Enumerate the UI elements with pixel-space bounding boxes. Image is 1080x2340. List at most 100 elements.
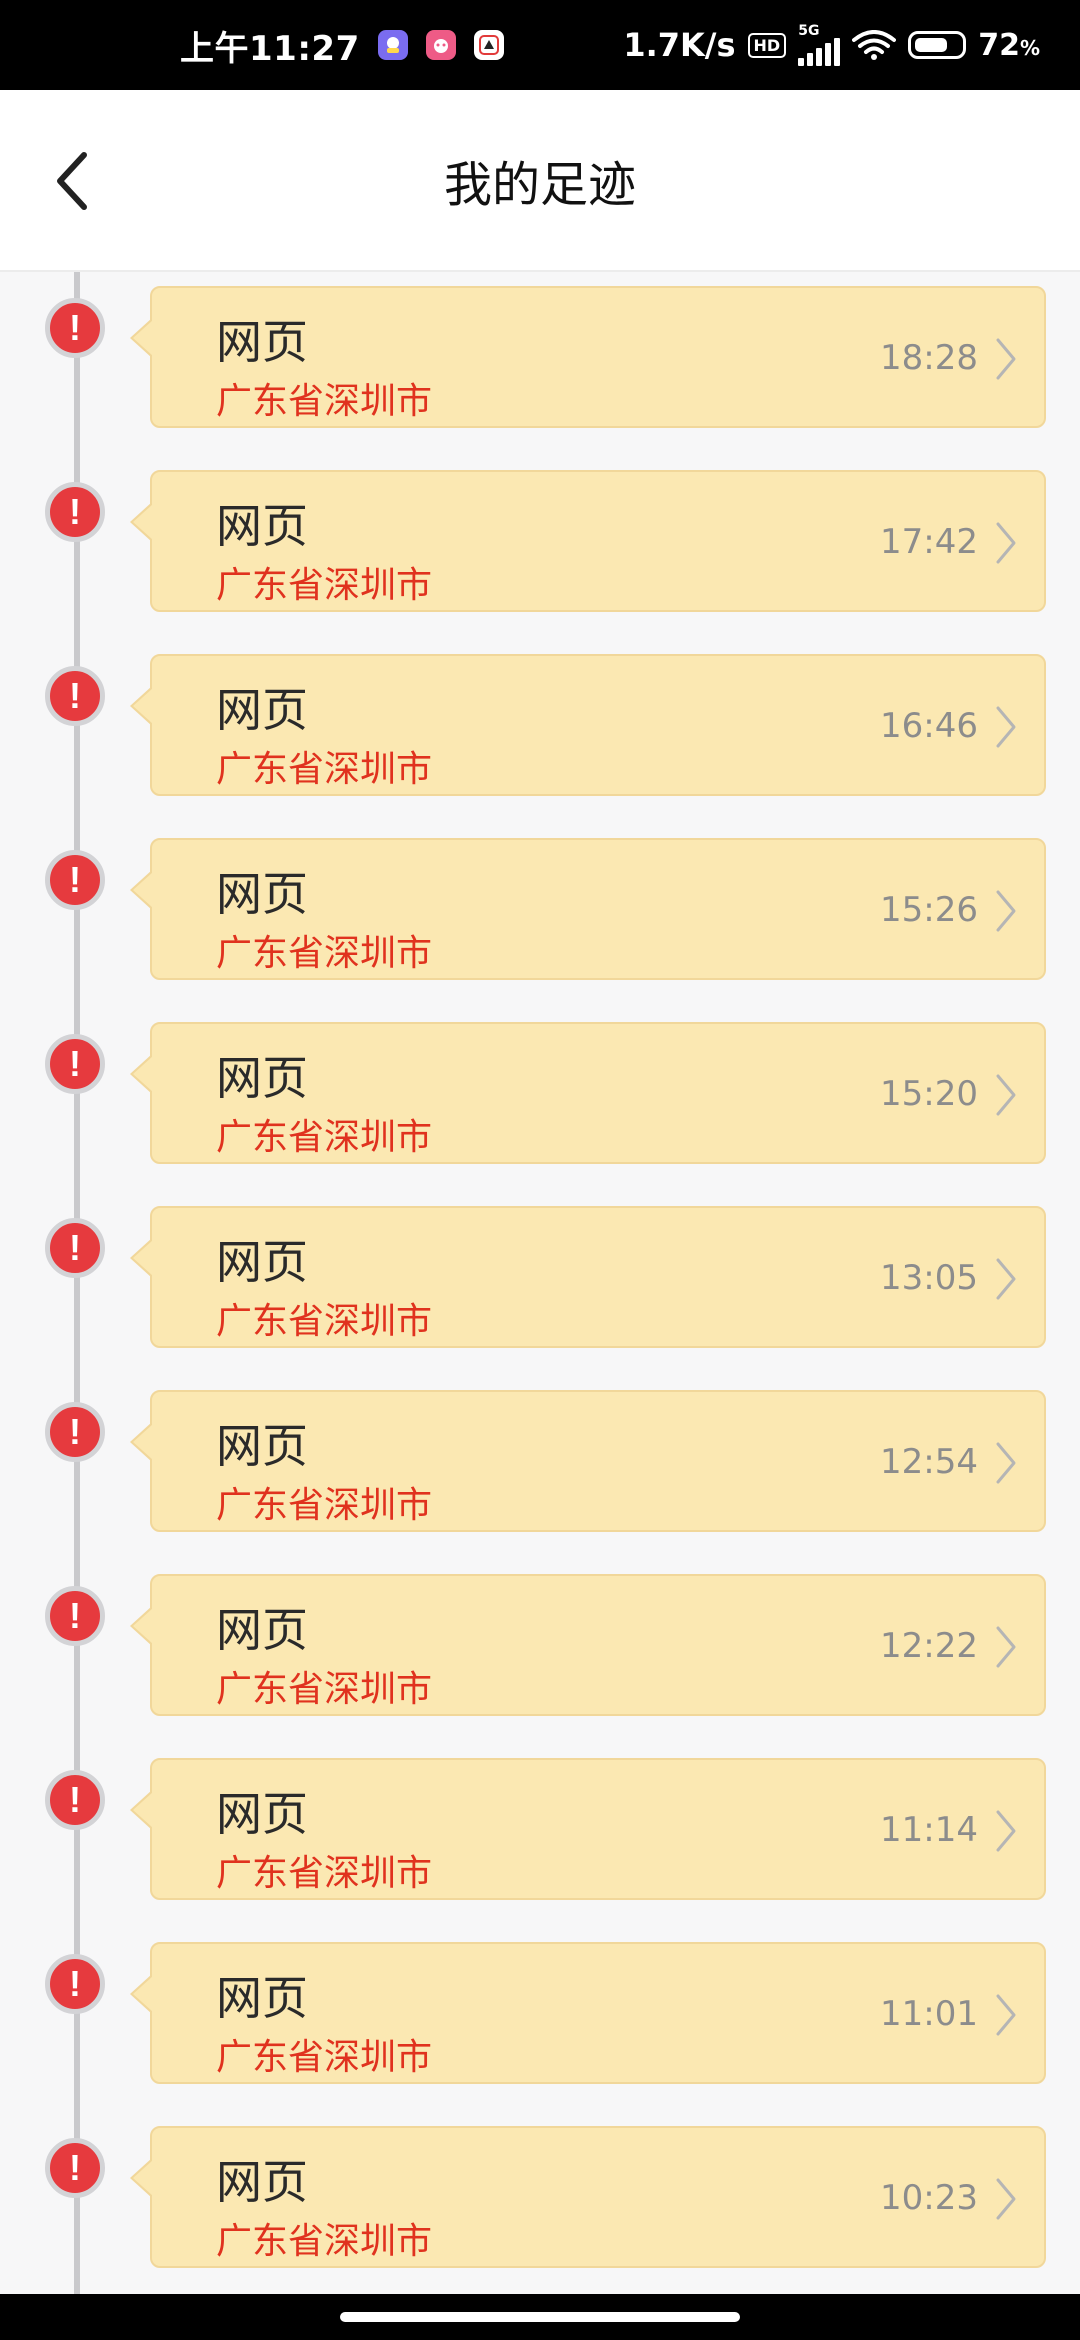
item-location: 广东省深圳市 [216, 2037, 433, 2078]
footprint-card[interactable]: 网页广东省深圳市 18:28 [130, 286, 1046, 428]
chevron-right-icon [996, 2178, 1016, 2220]
item-time: 17:42 [880, 522, 978, 562]
battery-unit: % [1019, 35, 1040, 60]
list-item[interactable]: ! 网页广东省深圳市 16:46 [0, 640, 1080, 796]
item-location: 广东省深圳市 [216, 1853, 433, 1894]
alert-icon: ! [45, 1770, 105, 1830]
item-title: 网页 [216, 683, 308, 737]
chevron-right-icon [996, 1074, 1016, 1116]
item-time: 13:05 [880, 1258, 978, 1298]
chevron-left-icon [57, 152, 87, 210]
wifi-icon [852, 30, 897, 60]
alert-icon: ! [45, 2138, 105, 2198]
item-title: 网页 [216, 867, 308, 921]
list-item[interactable]: ! 网页广东省深圳市 15:26 [0, 824, 1080, 980]
back-button[interactable] [36, 138, 108, 224]
item-title: 网页 [216, 1603, 308, 1657]
item-location: 广东省深圳市 [216, 749, 433, 790]
item-time: 10:23 [880, 2178, 978, 2218]
list-item[interactable]: ! 网页广东省深圳市 12:54 [0, 1376, 1080, 1532]
list-item[interactable]: ! 网页广东省深圳市 18:28 [0, 272, 1080, 428]
chevron-right-icon [996, 1810, 1016, 1852]
status-right: 1.7K/s HD 5G 72% [623, 0, 1040, 90]
network-type: 5G [798, 23, 820, 39]
home-indicator[interactable] [340, 2312, 740, 2322]
alert-icon: ! [45, 1954, 105, 2014]
footprint-card[interactable]: 网页广东省深圳市 11:14 [130, 1758, 1046, 1900]
footprint-card[interactable]: 网页广东省深圳市 13:05 [130, 1206, 1046, 1348]
chevron-right-icon [996, 338, 1016, 380]
footprint-card[interactable]: 网页广东省深圳市 15:20 [130, 1022, 1046, 1164]
net-speed: 1.7K/s [623, 26, 736, 64]
alert-icon: ! [45, 1218, 105, 1278]
list-item[interactable]: ! 网页 广东省深圳市 11:01 [0, 1928, 1080, 2084]
item-location: 广东省深圳市 [216, 933, 433, 974]
alert-icon: ! [45, 850, 105, 910]
battery-percent: 72% [978, 28, 1040, 63]
chevron-right-icon [996, 890, 1016, 932]
item-location: 广东省深圳市 [216, 2221, 433, 2262]
item-location: 广东省深圳市 [216, 1301, 433, 1342]
signal-bars [798, 38, 841, 66]
chevron-right-icon [996, 1994, 1016, 2036]
item-title: 网页 [216, 1051, 308, 1105]
app-notification-icon-3 [473, 30, 504, 60]
item-time: 15:20 [880, 1074, 978, 1114]
list-item[interactable]: ! 网页广东省深圳市 10:23 [0, 2112, 1080, 2268]
list-item[interactable]: ! 网页广东省深圳市 13:05 [0, 1192, 1080, 1348]
status-left: 上午11:27 [180, 0, 504, 90]
battery-icon [908, 31, 967, 59]
item-title: 网页 [216, 1787, 308, 1841]
footprint-card[interactable]: 网页 广东省深圳市 12:22 [130, 1574, 1046, 1716]
item-location: 广东省深圳市 [216, 1117, 433, 1158]
page-title: 我的足迹 [443, 157, 636, 213]
app-notification-icon-1 [377, 30, 408, 60]
item-title: 网页 [216, 1235, 308, 1289]
alert-icon: ! [45, 482, 105, 542]
footprint-card[interactable]: 网页广东省深圳市 10:23 [130, 2126, 1046, 2268]
footprint-card[interactable]: 网页广东省深圳市 12:54 [130, 1390, 1046, 1532]
battery-number: 72 [978, 27, 1020, 63]
alert-icon: ! [45, 298, 105, 358]
footprint-card[interactable]: 网页广东省深圳市 15:26 [130, 838, 1046, 980]
item-title: 网页 [216, 1419, 308, 1473]
alert-icon: ! [45, 1402, 105, 1462]
item-time: 18:28 [880, 338, 978, 378]
item-time: 11:01 [880, 1994, 978, 2034]
chevron-right-icon [996, 1442, 1016, 1484]
status-time: 上午11:27 [180, 28, 360, 69]
item-time: 15:26 [880, 890, 978, 930]
list-item[interactable]: ! 网页 广东省深圳市 12:22 [0, 1560, 1080, 1716]
footprint-card[interactable]: 网页广东省深圳市 16:46 [130, 654, 1046, 796]
list-item[interactable]: ! 网页广东省深圳市 15:20 [0, 1008, 1080, 1164]
item-location: 广东省深圳市 [216, 1485, 433, 1526]
item-location: 广东省深圳市 [216, 565, 433, 606]
footprint-list[interactable]: ! 网页 广东省深圳市 18:28! 网页 广东省深圳市 17:42! 网页 广东省深圳市 16:… [0, 272, 1080, 2294]
item-time: 11:14 [880, 1810, 978, 1850]
item-time: 16:46 [880, 706, 978, 746]
footprint-card[interactable]: 网页广东省深圳市 17:42 [130, 470, 1046, 612]
item-title: 网页 [216, 315, 308, 369]
hd-badge: HD [747, 32, 787, 58]
header: 我的足迹 [0, 90, 1080, 272]
alert-icon: ! [45, 1034, 105, 1094]
list-item[interactable]: ! 网页广东省深圳市 11:14 [0, 1744, 1080, 1900]
alert-icon: ! [45, 666, 105, 726]
chevron-right-icon [996, 1626, 1016, 1668]
alert-icon: ! [45, 1586, 105, 1646]
list-item[interactable]: ! 网页广东省深圳市 17:42 [0, 456, 1080, 612]
status-bar: 上午11:27 1.7K/s HD 5G 72% [0, 0, 1080, 90]
item-title: 网页 [216, 2155, 308, 2209]
chevron-right-icon [996, 706, 1016, 748]
navigation-bar [0, 2294, 1080, 2340]
item-title: 网页 [216, 499, 308, 553]
battery-fill [915, 38, 948, 52]
cellular-signal-icon: 5G [798, 23, 841, 66]
item-time: 12:22 [880, 1626, 978, 1666]
chevron-right-icon [996, 522, 1016, 564]
item-location: 广东省深圳市 [216, 381, 433, 422]
footprint-card[interactable]: 网页 广东省深圳市 11:01 [130, 1942, 1046, 2084]
item-time: 12:54 [880, 1442, 978, 1482]
chevron-right-icon [996, 1258, 1016, 1300]
app-notification-icon-2 [425, 30, 456, 60]
